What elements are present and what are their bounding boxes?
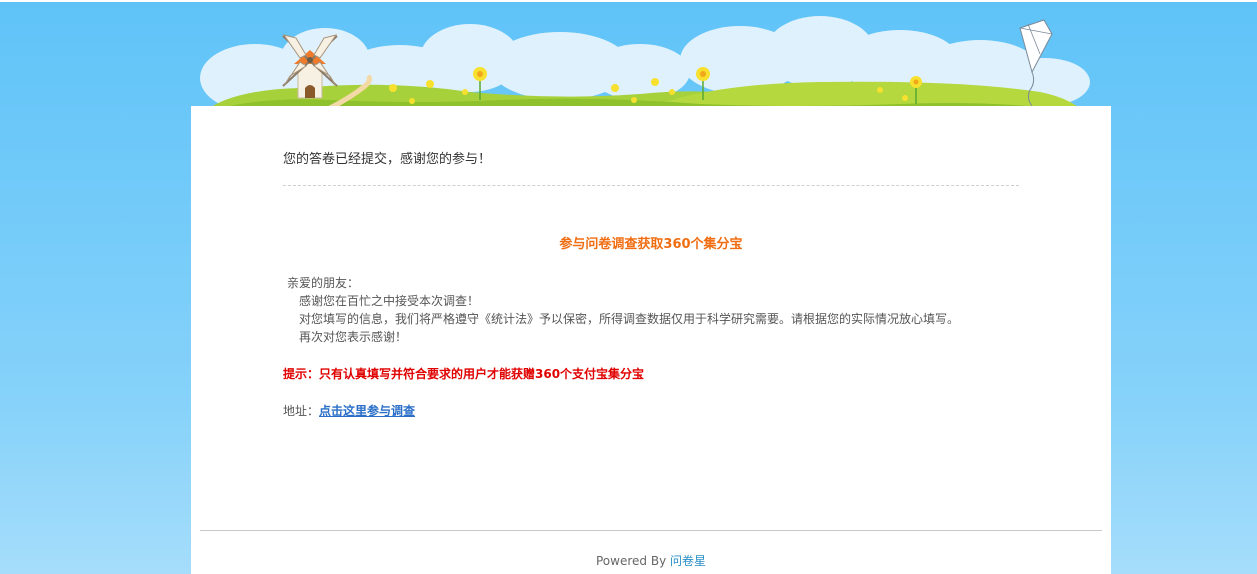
address-label: 地址：	[283, 404, 320, 418]
header-banner	[200, 16, 1090, 112]
letter-line: 再次对您表示感谢！	[299, 330, 408, 344]
address-row: 地址：点击这里参与调查	[283, 402, 415, 419]
survey-link[interactable]: 点击这里参与调查	[319, 404, 415, 418]
main-card: 您的答卷已经提交，感谢您的参与！ 参与问卷调查获取360个集分宝 亲爱的朋友： …	[191, 106, 1111, 574]
tip-text: 提示：只有认真填写并符合要求的用户才能获赠360个支付宝集分宝	[283, 367, 645, 381]
footer: Powered By 问卷星	[191, 552, 1111, 569]
greeting: 亲爱的朋友：	[287, 276, 360, 290]
promo-title: 参与问卷调查获取360个集分宝	[559, 237, 743, 252]
powered-by-text: Powered By	[596, 554, 670, 568]
letter-line: 感谢您在百忙之中接受本次调查！	[299, 294, 480, 308]
letter-line: 对您填写的信息，我们将严格遵守《统计法》予以保密，所得调查数据仅用于科学研究需要…	[299, 312, 960, 326]
dashed-divider	[283, 185, 1019, 186]
submitted-message: 您的答卷已经提交，感谢您的参与！	[283, 152, 492, 167]
footer-divider	[200, 530, 1102, 531]
brand-link[interactable]: 问卷星	[670, 554, 706, 568]
promo-letter: 亲爱的朋友： 感谢您在百忙之中接受本次调查！ 对您填写的信息，我们将严格遵守《统…	[287, 274, 959, 346]
